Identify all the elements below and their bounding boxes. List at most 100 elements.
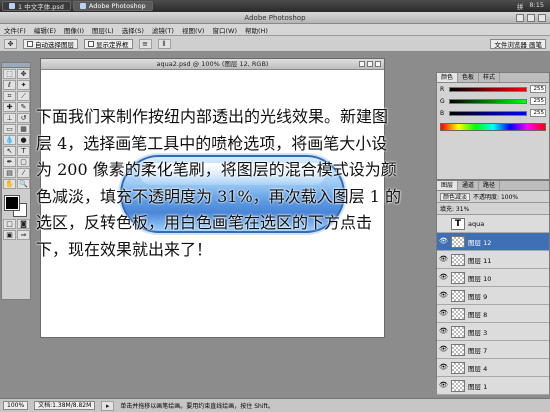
visibility-eye-icon[interactable]: 👁 [439, 309, 448, 318]
eraser-tool-icon[interactable]: ▭ [3, 124, 16, 134]
zoom-field[interactable]: 100% [3, 401, 29, 410]
visibility-eye-icon[interactable]: 👁 [439, 381, 448, 390]
crop-tool-icon[interactable]: ⌗ [3, 91, 16, 101]
standard-mode-icon[interactable]: □ [3, 219, 16, 229]
menu-select[interactable]: 选择(S) [118, 25, 148, 35]
menu-help[interactable]: 帮助(H) [241, 25, 272, 35]
layer-row[interactable]: 👁 图层 3 [437, 323, 549, 341]
menu-edit[interactable]: 编辑(E) [30, 25, 60, 35]
visibility-eye-icon[interactable]: 👁 [439, 291, 448, 300]
tutorial-line: 层 4，选择画笔工具中的喷枪选项，将画笔大小设 [36, 133, 388, 153]
tab-channels[interactable]: 通道 [458, 181, 480, 190]
visibility-eye-icon[interactable]: 👁 [439, 273, 448, 282]
clone-stamp-icon[interactable]: ⊥ [3, 113, 16, 123]
layer-thumbnail [451, 379, 465, 392]
layer-thumbnail [451, 271, 465, 284]
notes-tool-icon[interactable]: ▤ [3, 168, 16, 178]
brush-tool-icon[interactable]: ✎ [17, 102, 30, 112]
palette-well[interactable]: 文件浏览器 画笔 [490, 38, 546, 49]
menu-filter[interactable]: 滤镜(T) [148, 25, 178, 35]
hand-tool-icon[interactable]: ✋ [3, 179, 16, 189]
layer-row[interactable]: 👁 图层 1 [437, 377, 549, 395]
screen-mode-icon[interactable]: ▣ [3, 230, 16, 240]
visibility-eye-icon[interactable]: 👁 [439, 327, 448, 336]
doc-minimize-icon[interactable] [359, 61, 365, 67]
task-label: Adobe Photoshop [88, 2, 146, 10]
doc-close-icon[interactable] [375, 61, 381, 67]
menu-layer[interactable]: 图层(L) [88, 25, 118, 35]
auto-select-checkbox[interactable]: 自动选择图层 [23, 38, 78, 49]
menu-image[interactable]: 图像(I) [60, 25, 88, 35]
status-arrow-icon[interactable]: ▸ [101, 400, 115, 411]
layer-name: 图层 10 [468, 274, 492, 283]
pen-tool-icon[interactable]: ✒ [3, 157, 16, 167]
visibility-eye-icon[interactable]: 👁 [439, 363, 448, 372]
red-value[interactable]: 255 [530, 85, 546, 93]
layer-thumbnail [451, 361, 465, 374]
layer-row[interactable]: 👁 图层 8 [437, 305, 549, 323]
auto-select-label: 自动选择图层 [35, 40, 74, 49]
layer-row[interactable]: 👁 图层 7 [437, 341, 549, 359]
tutorial-line: 下，现在效果就出来了！ [36, 239, 213, 259]
menu-window[interactable]: 窗口(W) [208, 25, 241, 35]
layer-name: 图层 11 [468, 256, 492, 265]
blue-slider[interactable] [449, 110, 527, 116]
close-icon[interactable] [538, 14, 546, 22]
layer-name: 图层 1 [468, 382, 488, 391]
tutorial-line: 选区，反转色板，用白色画笔在选区的下方点击 [36, 213, 373, 232]
doc-maximize-icon[interactable] [367, 61, 373, 67]
minimize-icon[interactable] [516, 14, 524, 22]
app-title: Adobe Photoshop [244, 14, 306, 22]
align-icon[interactable]: ≡ [138, 38, 152, 49]
menu-view[interactable]: 视图(V) [178, 25, 209, 35]
red-slider[interactable] [449, 86, 527, 92]
marquee-tool-icon[interactable]: ⬚ [3, 69, 16, 79]
layer-thumbnail [451, 343, 465, 356]
tab-styles[interactable]: 样式 [479, 73, 501, 82]
shape-tool-icon[interactable]: ▢ [17, 157, 30, 167]
layer-thumbnail [451, 307, 465, 320]
blue-value[interactable]: 255 [530, 109, 546, 117]
menu-file[interactable]: 文件(F) [0, 25, 30, 35]
history-brush-icon[interactable]: ↺ [17, 113, 30, 123]
red-slider-row: R 255 [437, 83, 549, 95]
zoom-tool-icon[interactable]: 🔍 [17, 179, 30, 189]
green-slider[interactable] [449, 98, 527, 104]
distribute-icon[interactable]: ⫴ [157, 38, 171, 49]
quick-mask-icon[interactable]: ◙ [17, 219, 30, 229]
tab-color[interactable]: 颜色 [437, 73, 459, 82]
move-tool-icon[interactable]: ✥ [17, 69, 30, 79]
layer-row[interactable]: 👁 图层 10 [437, 269, 549, 287]
task-item-psd[interactable]: 1 中文字体.psd [2, 1, 71, 11]
menu-bar: 文件(F) 编辑(E) 图像(I) 图层(L) 选择(S) 滤镜(T) 视图(V… [0, 24, 550, 36]
layer-row[interactable]: 👁 图层 4 [437, 359, 549, 377]
doc-size-readout[interactable]: 文档:1.38M/8.82M [34, 401, 96, 410]
healing-brush-icon[interactable]: ✚ [3, 102, 16, 112]
move-tool-icon[interactable]: ✥ [4, 38, 17, 49]
tutorial-line: 下面我们来制作按纽内部透出的光线效果。新建图 [36, 107, 389, 126]
tab-swatches[interactable]: 色板 [458, 73, 480, 82]
os-taskbar: 1 中文字体.psd Adobe Photoshop 拼 8:15 [0, 0, 550, 12]
layer-name: 图层 4 [468, 364, 488, 373]
type-tool-icon[interactable]: T [17, 146, 30, 156]
document-title-bar[interactable]: aqua2.psd @ 100% (图层 12, RGB) [41, 59, 384, 70]
blur-tool-icon[interactable]: 💧 [3, 135, 16, 145]
magic-wand-icon[interactable]: ✦ [17, 80, 30, 90]
lasso-tool-icon[interactable]: ℓ [3, 80, 16, 90]
show-bounds-checkbox[interactable]: 显示定界框 [84, 38, 133, 49]
green-value[interactable]: 255 [530, 97, 546, 105]
jump-to-imageready-icon[interactable]: ⇒ [17, 230, 30, 240]
opacity-field[interactable]: 不透明度: 100% [473, 192, 518, 201]
foreground-color-swatch[interactable] [4, 195, 20, 211]
eyedropper-icon[interactable]: ⁄ [17, 168, 30, 178]
dodge-tool-icon[interactable]: ● [17, 135, 30, 145]
tab-paths[interactable]: 路径 [479, 181, 501, 190]
maximize-icon[interactable] [527, 14, 535, 22]
input-method-indicator[interactable]: 拼 [517, 1, 524, 11]
layer-row[interactable]: 👁 图层 9 [437, 287, 549, 305]
path-select-icon[interactable]: ↖ [3, 146, 16, 156]
slice-tool-icon[interactable]: ⟋ [17, 91, 30, 101]
gradient-tool-icon[interactable]: ▦ [17, 124, 30, 134]
task-item-photoshop[interactable]: Adobe Photoshop [72, 1, 153, 11]
visibility-eye-icon[interactable]: 👁 [439, 345, 448, 354]
